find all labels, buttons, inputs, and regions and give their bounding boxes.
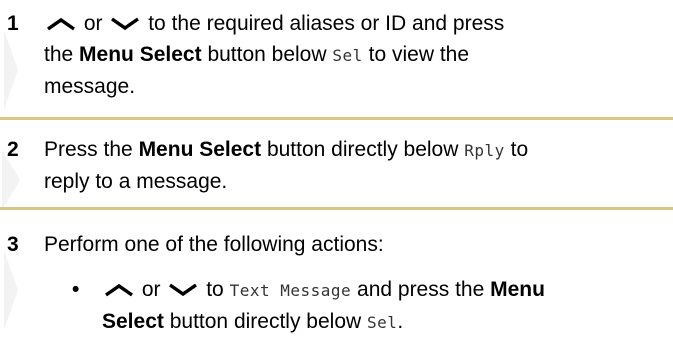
chevron-up-icon: [104, 283, 134, 297]
bullet-marker: •: [72, 278, 80, 301]
watermark: [2, 30, 20, 330]
step-text: Press the Menu Select button directly be…: [44, 138, 529, 193]
chevron-up-icon: [46, 17, 76, 31]
chevron-down-icon: [168, 283, 198, 297]
bullet-item: or to Text Message and press the Menu Se…: [102, 278, 545, 333]
step-separator: [0, 117, 673, 120]
step-number: 2: [7, 138, 19, 161]
step-number: 3: [7, 233, 19, 256]
step-text: or to the required aliases or ID and pre…: [44, 12, 505, 98]
step-separator: [0, 207, 673, 210]
chevron-down-icon: [110, 17, 140, 31]
step-text: Perform one of the following actions:: [44, 233, 384, 256]
step-number: 1: [7, 12, 19, 35]
